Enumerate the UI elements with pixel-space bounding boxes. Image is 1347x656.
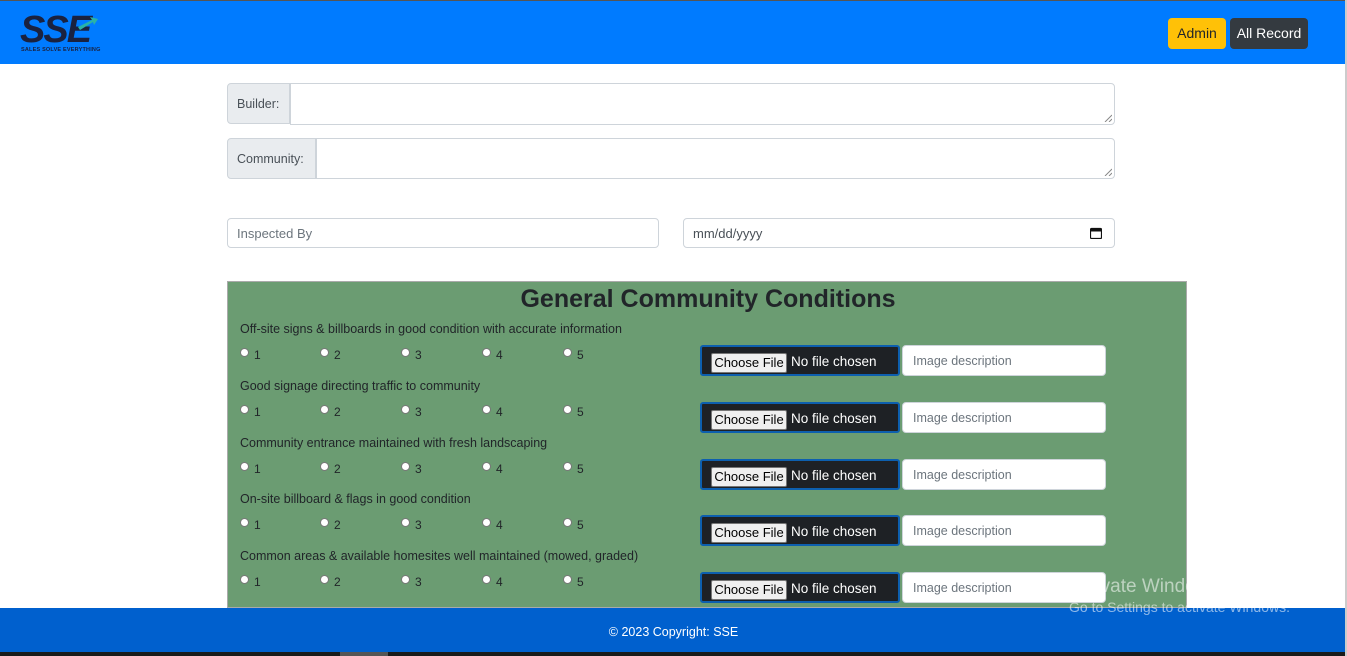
rating-radio-2[interactable]: [320, 575, 329, 584]
rating-radio-3[interactable]: [401, 348, 410, 357]
rating-label: 4: [496, 461, 503, 476]
file-input[interactable]: Choose File No file chosen: [700, 345, 900, 376]
file-input[interactable]: Choose File No file chosen: [700, 401, 900, 433]
choose-file-button[interactable]: Choose File: [711, 466, 787, 487]
rating-radio-3[interactable]: [401, 575, 410, 584]
rating-radio-5[interactable]: [563, 348, 572, 357]
image-description-input[interactable]: Image description: [902, 458, 1106, 490]
rating-radio-1[interactable]: [240, 461, 249, 471]
question-label: On-site billboard & flags in good condit…: [240, 492, 471, 507]
rating-radio-2[interactable]: [320, 404, 329, 414]
calendar-icon[interactable]: [1090, 227, 1102, 239]
rating-label: 4: [496, 575, 503, 589]
rating-radio-3[interactable]: [401, 461, 410, 471]
builder-label: Builder:: [227, 83, 290, 124]
general-community-conditions-panel: General Community Conditions Off-site si…: [227, 281, 1187, 608]
question-label: Common areas & available homesites well …: [240, 549, 639, 563]
rating-radio-1[interactable]: [240, 575, 249, 584]
rating-label: 4: [496, 404, 503, 419]
file-status: No file chosen: [791, 467, 877, 483]
rating-label: 2: [334, 404, 341, 419]
rating-label: 1: [254, 404, 261, 419]
file-status: No file chosen: [791, 410, 877, 426]
rating-radio-4[interactable]: [482, 518, 491, 528]
rating-label: 5: [577, 575, 584, 589]
image-description-input[interactable]: Image description: [902, 345, 1106, 376]
inspected-by-input[interactable]: Inspected By: [227, 218, 659, 248]
rating-label: 5: [577, 404, 584, 419]
rating-radio-1[interactable]: [240, 404, 249, 414]
question-label: Good signage directing traffic to commun…: [240, 378, 481, 393]
footer: © 2023 Copyright: SSE: [0, 608, 1347, 656]
copyright-text: © 2023 Copyright: SSE: [608, 625, 739, 639]
admin-button[interactable]: Admin: [1168, 18, 1226, 49]
file-input[interactable]: Choose File No file chosen: [700, 458, 900, 490]
rating-radio-2[interactable]: [320, 461, 329, 471]
rating-radio-4[interactable]: [482, 404, 491, 414]
rating-label: 3: [415, 348, 422, 362]
rating-label: 4: [496, 348, 503, 362]
community-label: Community:: [227, 138, 316, 179]
rating-radio-3[interactable]: [401, 518, 410, 528]
rating-label: 3: [415, 404, 422, 419]
rating-radio-5[interactable]: [563, 518, 572, 528]
image-description-input[interactable]: Image description: [902, 515, 1106, 547]
rating-label: 2: [334, 518, 341, 533]
rating-radio-4[interactable]: [482, 575, 491, 584]
rating-radio-5[interactable]: [563, 404, 572, 414]
rating-label: 1: [254, 348, 261, 362]
rating-label: 4: [496, 518, 503, 533]
community-textarea[interactable]: [316, 138, 1115, 179]
rating-label: 5: [577, 348, 584, 362]
resize-grip-icon[interactable]: [1104, 114, 1112, 122]
logo-arrow-icon: [78, 17, 98, 30]
rating-radio-4[interactable]: [482, 348, 491, 357]
rating-radio-2[interactable]: [320, 518, 329, 528]
file-status: No file chosen: [791, 581, 877, 596]
resize-grip-icon[interactable]: [1104, 168, 1112, 176]
date-input[interactable]: mm/dd/yyyy: [683, 218, 1115, 248]
logo-tagline: SALES SOLVE EVERYTHING: [21, 47, 101, 53]
horizontal-scrollbar[interactable]: [0, 652, 1347, 656]
rating-radio-3[interactable]: [401, 404, 410, 414]
file-input[interactable]: Choose File No file chosen: [700, 515, 900, 547]
watermark-line1: Activate Windows: [1069, 576, 1219, 597]
rating-radio-1[interactable]: [240, 348, 249, 357]
rating-radio-4[interactable]: [482, 461, 491, 471]
rating-radio-5[interactable]: [563, 575, 572, 584]
question-label: Off-site signs & billboards in good cond…: [240, 322, 622, 336]
all-record-button[interactable]: All Record: [1230, 18, 1308, 49]
rating-label: 2: [334, 575, 341, 589]
rating-label: 3: [415, 518, 422, 533]
rating-label: 2: [334, 461, 341, 476]
rating-radio-5[interactable]: [563, 461, 572, 471]
choose-file-button[interactable]: Choose File: [711, 523, 787, 544]
rating-label: 1: [254, 461, 261, 476]
rating-label: 2: [334, 348, 341, 362]
scrollbar-thumb[interactable]: [340, 652, 388, 656]
rating-label: 5: [577, 518, 584, 533]
file-status: No file chosen: [791, 354, 877, 369]
sse-logo[interactable]: SSE SALES SOLVE EVERYTHING: [18, 9, 108, 55]
rating-label: 3: [415, 461, 422, 476]
image-description-input[interactable]: Image description: [902, 401, 1106, 433]
builder-textarea[interactable]: [290, 83, 1115, 125]
file-status: No file chosen: [791, 524, 877, 540]
section-title: General Community Conditions: [520, 285, 896, 313]
rating-label: 3: [415, 575, 422, 589]
date-placeholder: mm/dd/yyyy: [693, 226, 763, 241]
rating-label: 1: [254, 518, 261, 533]
activate-windows-watermark: Activate Windows Go to Settings to activ…: [1069, 576, 1290, 615]
watermark-line2: Go to Settings to activate Windows.: [1069, 599, 1290, 615]
question-label: Community entrance maintained with fresh…: [240, 435, 548, 450]
rating-radio-1[interactable]: [240, 518, 249, 528]
choose-file-button[interactable]: Choose File: [711, 580, 787, 600]
navbar: SSE SALES SOLVE EVERYTHING Admin All Rec…: [0, 0, 1347, 64]
rating-label: 5: [577, 461, 584, 476]
choose-file-button[interactable]: Choose File: [711, 353, 787, 373]
rating-radio-2[interactable]: [320, 348, 329, 357]
rating-label: 1: [254, 575, 261, 589]
choose-file-button[interactable]: Choose File: [711, 409, 787, 430]
file-input[interactable]: Choose File No file chosen: [700, 572, 900, 603]
